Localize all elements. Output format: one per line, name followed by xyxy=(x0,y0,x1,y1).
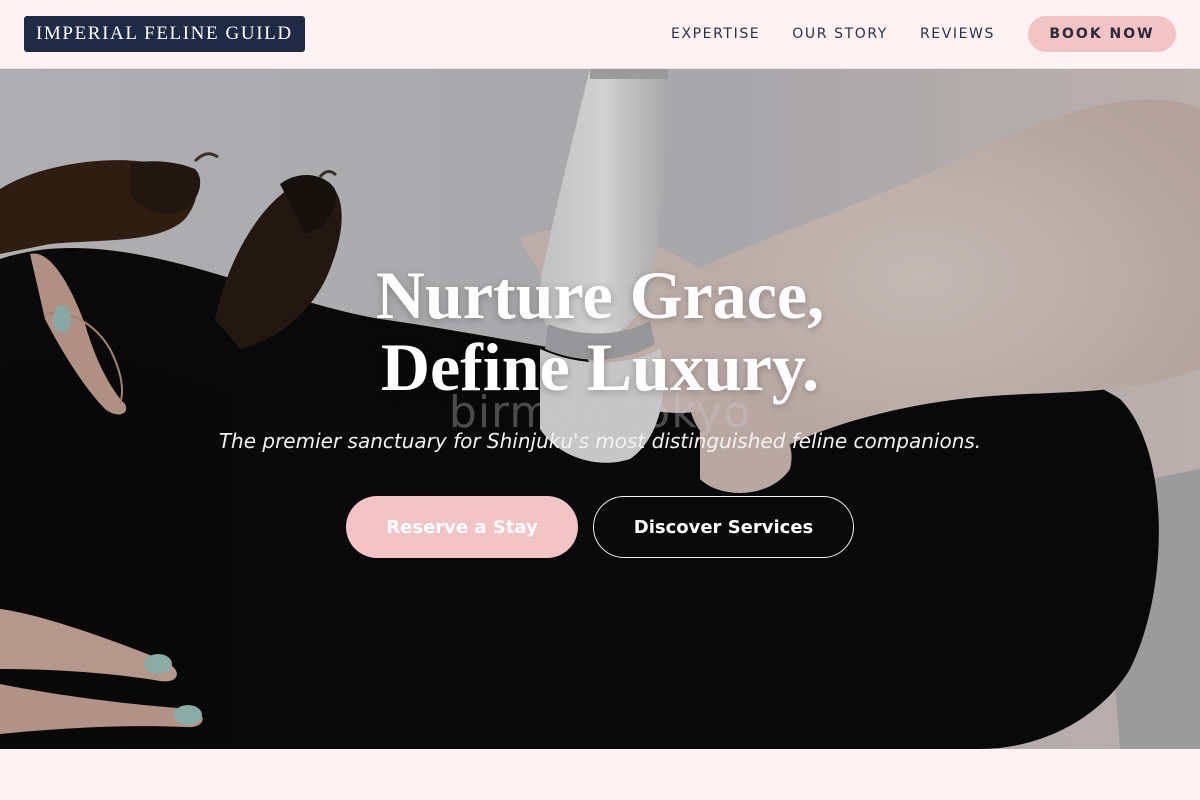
nav-link-reviews[interactable]: REVIEWS xyxy=(920,26,995,42)
nav-link-our-story[interactable]: OUR STORY xyxy=(792,26,888,42)
discover-services-button[interactable]: Discover Services xyxy=(593,496,854,558)
hero-section: Nurture Grace, Define Luxury. birman.tok… xyxy=(0,69,1200,749)
hero-subtitle: The premier sanctuary for Shinjuku's mos… xyxy=(218,429,982,453)
site-logo[interactable]: IMPERIAL FELINE GUILD xyxy=(24,16,305,52)
hero-heading-line-1: Nurture Grace, xyxy=(375,257,825,333)
hero-heading: Nurture Grace, Define Luxury. xyxy=(376,259,824,403)
site-header: IMPERIAL FELINE GUILD EXPERTISE OUR STOR… xyxy=(0,0,1200,69)
nav-link-expertise[interactable]: EXPERTISE xyxy=(671,26,760,42)
page-section-below-hero xyxy=(0,749,1200,800)
main-nav: EXPERTISE OUR STORY REVIEWS BOOK NOW xyxy=(671,16,1176,52)
hero-cta-group: Reserve a Stay Discover Services xyxy=(0,496,1200,558)
book-now-button[interactable]: BOOK NOW xyxy=(1028,16,1176,52)
reserve-stay-button[interactable]: Reserve a Stay xyxy=(346,496,578,558)
